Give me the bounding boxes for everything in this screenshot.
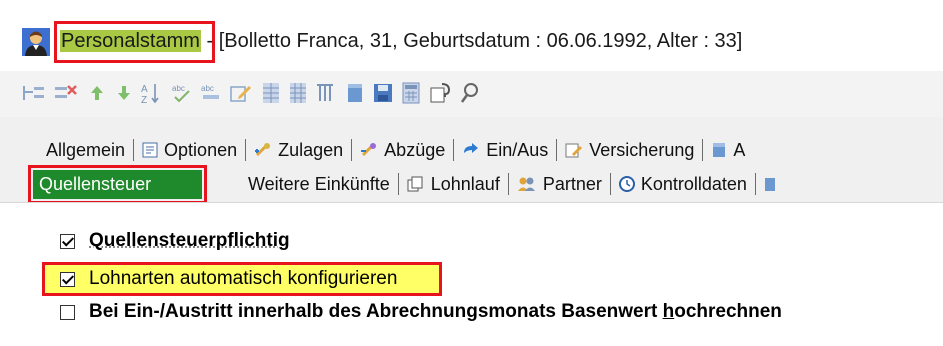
svg-text:abc: abc (201, 84, 214, 93)
hochrechnen-label-accel: h (662, 301, 675, 322)
window-title: Personalstamm - [Bolletto Franca, 31, Ge… (60, 30, 742, 53)
tab-abzuege[interactable]: Abzüge (352, 135, 453, 165)
versicherung-icon (565, 142, 583, 158)
tab-a[interactable]: A (703, 135, 753, 165)
book-icon (764, 176, 776, 192)
tab-lohnlauf[interactable]: Lohnlauf (399, 169, 508, 199)
tab-label: Kontrolldaten (640, 173, 747, 194)
insert-row-icon[interactable] (22, 81, 46, 105)
hochrechnen-label-post: ochrechnen (674, 301, 782, 322)
book-icon[interactable] (343, 81, 367, 105)
active-tab-highlight-box (28, 165, 207, 204)
grid-b-icon[interactable] (286, 81, 310, 105)
tab-label: Partner (542, 173, 602, 194)
tab-more[interactable] (756, 169, 790, 199)
svg-text:Z: Z (141, 95, 147, 104)
delete-row-icon[interactable] (54, 81, 78, 105)
lohnarten-option[interactable]: Lohnarten automatisch konfigurieren (60, 268, 397, 290)
tab-ein-aus[interactable]: Ein/Aus (454, 135, 556, 165)
title-main: Personalstamm (60, 30, 201, 52)
kontrolldaten-icon (618, 176, 635, 192)
tab-label: Allgemein (46, 139, 126, 160)
lohnarten-checkbox[interactable] (60, 271, 75, 287)
tab-label: Abzüge (384, 139, 446, 160)
properties-icon[interactable] (428, 81, 452, 105)
move-up-icon[interactable] (85, 81, 109, 105)
tab-row-2: Weitere Einkünfte Lohnlauf Partner Kontr… (240, 168, 790, 200)
tab-label: Optionen (164, 139, 238, 160)
tab-weitere-einkuenfte[interactable]: Weitere Einkünfte (240, 169, 398, 199)
zulagen-icon (254, 142, 272, 158)
tab-label: Versicherung (589, 139, 695, 160)
svg-text:A: A (141, 84, 148, 95)
hochrechnen-label: Bei Ein-/Austritt innerhalb des Abrechnu… (89, 301, 782, 323)
calculator-icon[interactable] (399, 81, 423, 105)
title-bar: Personalstamm - [Bolletto Franca, 31, Ge… (0, 0, 943, 71)
options-icon (142, 142, 158, 158)
tab-versicherung[interactable]: Versicherung (557, 135, 702, 165)
search-icon[interactable] (458, 81, 482, 105)
filter-icon[interactable] (313, 81, 337, 105)
book-icon (711, 142, 727, 158)
quellensteuerpflichtig-option[interactable]: Quellensteuerpflichtig (60, 230, 290, 252)
tab-label: Lohnlauf (430, 173, 500, 194)
sort-az-icon[interactable]: AZ (139, 81, 163, 105)
svg-text:abc: abc (172, 84, 185, 93)
tab-partner[interactable]: Partner (509, 169, 610, 199)
partner-icon (517, 176, 537, 192)
hochrechnen-option[interactable]: Bei Ein-/Austritt innerhalb des Abrechnu… (60, 301, 782, 323)
quellensteuerpflichtig-checkbox[interactable] (60, 233, 75, 249)
edit-icon[interactable] (229, 81, 253, 105)
tab-label: Weitere Einkünfte (248, 173, 390, 194)
tab-label: A (733, 139, 746, 160)
lohnarten-label: Lohnarten automatisch konfigurieren (89, 268, 398, 289)
hochrechnen-checkbox[interactable] (60, 304, 75, 320)
hochrechnen-label-pre: Bei Ein-/Austritt innerhalb des Abrechnu… (89, 301, 663, 322)
tab-label: Zulagen (278, 139, 344, 160)
tab-kontrolldaten[interactable]: Kontrolldaten (611, 169, 755, 199)
tab-allgemein[interactable]: Allgemein (38, 135, 133, 165)
move-down-icon[interactable] (112, 81, 136, 105)
toolbar: AZ abc abc (0, 71, 943, 117)
lohnlauf-icon (407, 176, 425, 192)
tab-row-1: Allgemein Optionen Zulagen Abzüge Ein/Au… (38, 134, 753, 166)
title-rest: - [Bolletto Franca, 31, Geburtsdatum : 0… (200, 30, 743, 52)
spellcheck-icon[interactable]: abc (170, 81, 194, 105)
tab-optionen[interactable]: Optionen (134, 135, 245, 165)
grid-a-icon[interactable] (259, 81, 283, 105)
quellensteuerpflichtig-label: Quellensteuerpflichtig (89, 230, 290, 251)
ein-aus-icon (462, 142, 480, 158)
tab-zulagen[interactable]: Zulagen (246, 135, 351, 165)
abzuege-icon (360, 142, 378, 158)
abc-icon[interactable]: abc (199, 81, 223, 105)
person-icon (22, 28, 50, 56)
tab-label: Ein/Aus (486, 139, 549, 160)
save-icon[interactable] (371, 81, 395, 105)
